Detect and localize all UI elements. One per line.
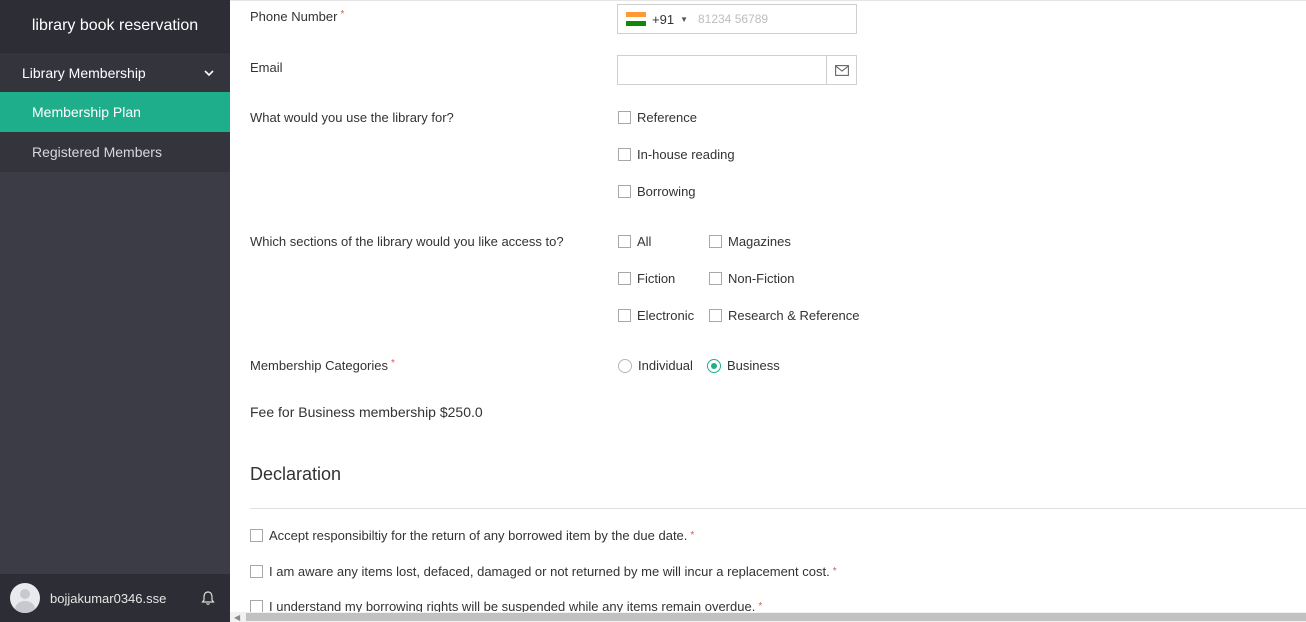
sections-label: Which sections of the library would you …	[250, 234, 564, 249]
declaration-item-return[interactable]: Accept responsibiltiy for the return of …	[250, 528, 694, 543]
required-marker: *	[758, 601, 763, 612]
required-marker: *	[690, 530, 695, 541]
checkbox-label: Non-Fiction	[728, 271, 795, 286]
checkbox-box[interactable]	[618, 235, 631, 248]
use-label: What would you use the library for?	[250, 110, 454, 125]
checkbox-label: Borrowing	[637, 184, 696, 199]
checkbox-borrowing[interactable]: Borrowing	[618, 184, 696, 199]
bell-icon[interactable]	[200, 590, 216, 606]
nav-group-library-membership[interactable]: Library Membership	[0, 52, 230, 92]
caret-down-icon[interactable]: ▼	[680, 15, 688, 24]
required-marker: *	[391, 358, 395, 369]
checkbox-box[interactable]	[709, 272, 722, 285]
country-code[interactable]: +91	[652, 12, 674, 27]
checkbox-box[interactable]	[250, 565, 263, 578]
sidebar-item-label: Membership Plan	[32, 104, 141, 120]
checkbox-box[interactable]	[618, 185, 631, 198]
main-content: Phone Number * +91 ▼ 81234 56789 Email Wh…	[230, 0, 1306, 622]
user-bar: bojjakumar0346.sse	[0, 574, 230, 622]
checkbox-box[interactable]	[618, 148, 631, 161]
checkbox-all[interactable]: All	[618, 234, 651, 249]
phone-field[interactable]: +91 ▼ 81234 56789	[617, 4, 857, 34]
declaration-item-replacement[interactable]: I am aware any items lost, defaced, dama…	[250, 564, 837, 579]
declaration-text: Accept responsibiltiy for the return of …	[269, 528, 688, 543]
checkbox-label: All	[637, 234, 652, 249]
checkbox-box[interactable]	[618, 272, 631, 285]
radio-label: Individual	[638, 358, 693, 373]
app-title: library book reservation	[0, 0, 230, 52]
nav-group-label: Library Membership	[22, 64, 146, 81]
radio-circle[interactable]	[618, 358, 632, 373]
checkbox-label: Magazines	[728, 234, 791, 249]
avatar-icon[interactable]	[10, 583, 40, 613]
horizontal-scrollbar[interactable]: ◀	[230, 612, 1306, 622]
username: bojjakumar0346.sse	[50, 590, 167, 606]
checkbox-label: Fiction	[637, 271, 676, 286]
phone-label-text: Phone Number	[250, 9, 338, 24]
checkbox-label: In-house reading	[637, 147, 735, 162]
checkbox-box[interactable]	[618, 111, 631, 124]
required-marker: *	[340, 9, 345, 20]
checkbox-label: Reference	[637, 110, 697, 125]
scroll-left-arrow-icon[interactable]: ◀	[234, 613, 240, 622]
checkbox-magazines[interactable]: Magazines	[709, 234, 791, 249]
checkbox-label: Electronic	[637, 308, 695, 323]
sidebar-item-label: Registered Members	[32, 144, 162, 160]
checkbox-label: Research & Reference	[728, 308, 860, 323]
chevron-down-icon	[204, 69, 214, 76]
india-flag-icon[interactable]	[626, 12, 646, 27]
membership-label-text: Membership Categories	[250, 358, 389, 373]
checkbox-fiction[interactable]: Fiction	[618, 271, 675, 286]
checkbox-box[interactable]	[618, 309, 631, 322]
required-marker: *	[832, 566, 837, 577]
phone-input[interactable]: 81234 56789	[698, 12, 768, 26]
envelope-icon	[826, 56, 856, 84]
declaration-title: Declaration	[250, 464, 342, 484]
checkbox-box[interactable]	[709, 235, 722, 248]
radio-circle-selected[interactable]	[707, 358, 721, 373]
email-label: Email	[250, 60, 283, 75]
phone-label: Phone Number *	[250, 9, 344, 24]
fee-text: Fee for Business membership $250.0	[250, 404, 483, 420]
scrollbar-thumb[interactable]	[246, 613, 1306, 621]
radio-label: Business	[727, 358, 780, 373]
divider	[250, 508, 1306, 509]
membership-label: Membership Categories *	[250, 358, 395, 373]
checkbox-research-reference[interactable]: Research & Reference	[709, 308, 860, 323]
checkbox-in-house-reading[interactable]: In-house reading	[618, 147, 735, 162]
radio-business[interactable]: Business	[707, 358, 780, 373]
sidebar-item-membership-plan[interactable]: Membership Plan	[0, 92, 230, 132]
sidebar: library book reservation Library Members…	[0, 0, 230, 622]
declaration-text: I am aware any items lost, defaced, dama…	[269, 564, 830, 579]
checkbox-non-fiction[interactable]: Non-Fiction	[709, 271, 794, 286]
checkbox-electronic[interactable]: Electronic	[618, 308, 694, 323]
radio-individual[interactable]: Individual	[618, 358, 693, 373]
sidebar-item-registered-members[interactable]: Registered Members	[0, 132, 230, 172]
checkbox-reference[interactable]: Reference	[618, 110, 697, 125]
email-field[interactable]	[617, 55, 857, 85]
checkbox-box[interactable]	[250, 529, 263, 542]
checkbox-box[interactable]	[709, 309, 722, 322]
